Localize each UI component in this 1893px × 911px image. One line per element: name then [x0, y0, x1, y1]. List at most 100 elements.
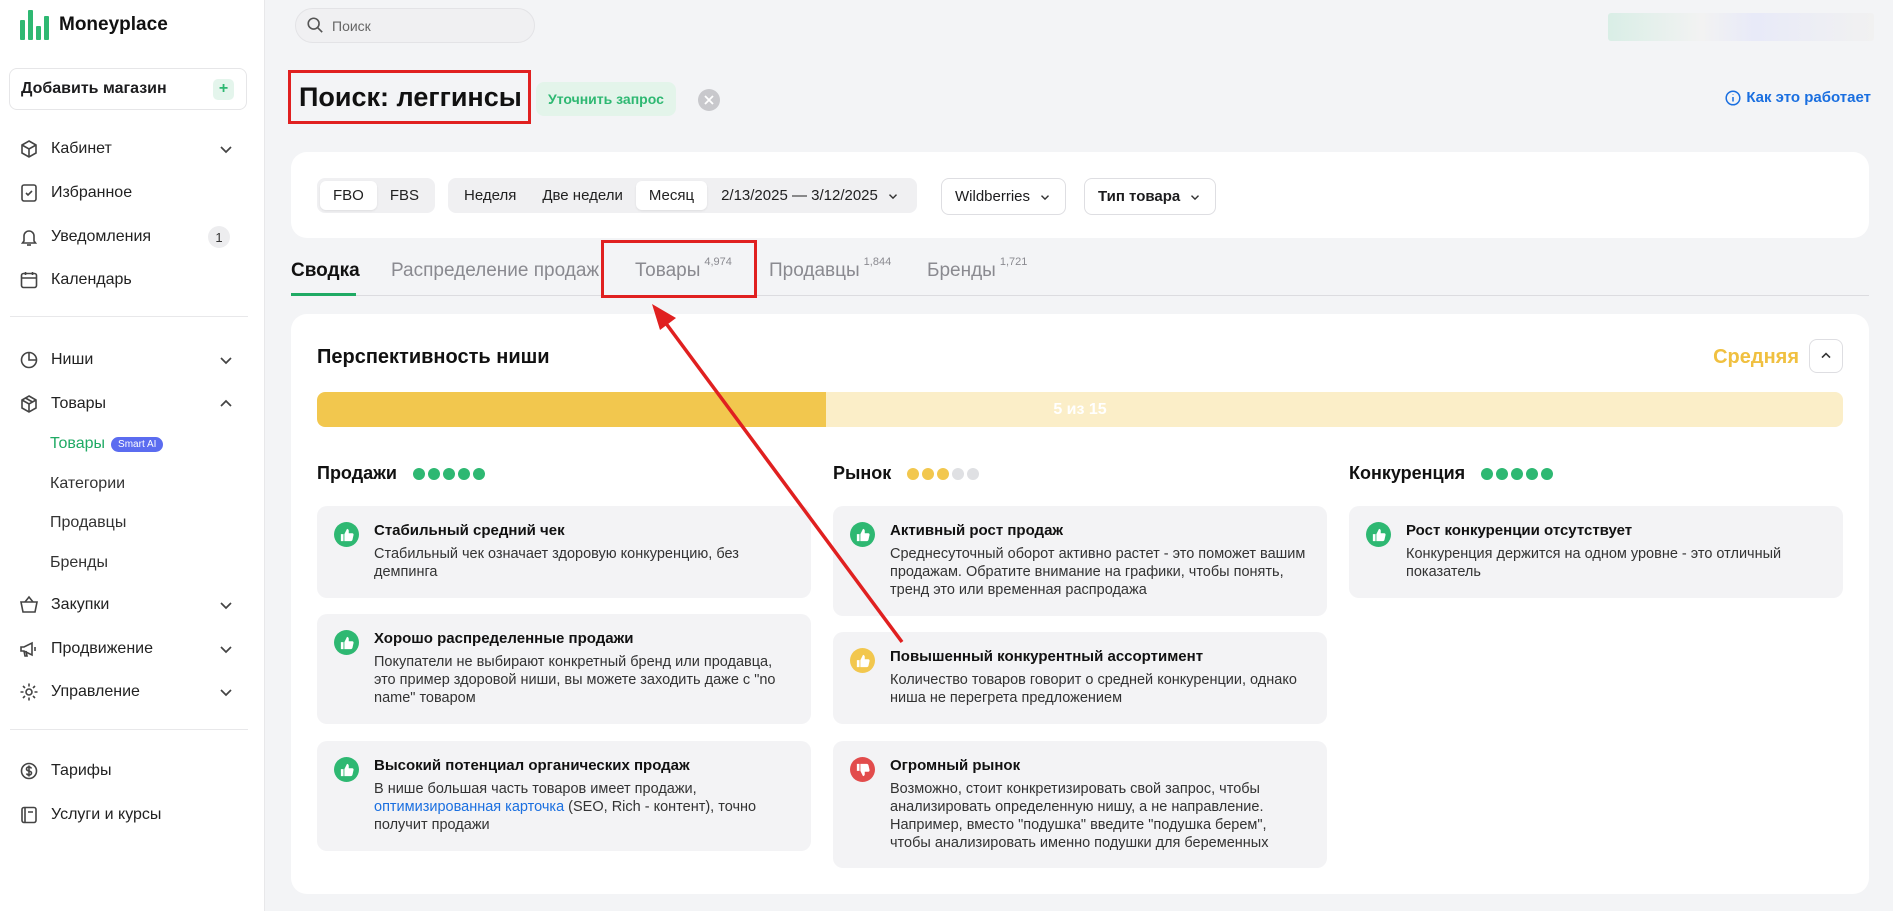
- period-month[interactable]: Месяц: [635, 181, 708, 210]
- sidebar-item-notifications[interactable]: Уведомления 1: [18, 222, 240, 252]
- chevron-down-icon: [220, 357, 232, 365]
- refine-query-button[interactable]: Уточнить запрос: [536, 82, 676, 116]
- bookmark-icon: [18, 182, 40, 204]
- product-type-label: Тип товара: [1098, 188, 1181, 205]
- sidebar-item-favorites[interactable]: Избранное: [18, 178, 240, 208]
- fact-card: Рост конкуренции отсутствует Конкуренция…: [1349, 506, 1843, 598]
- rating-dot: [442, 467, 455, 480]
- tab-summary[interactable]: Сводка: [291, 260, 360, 282]
- sidebar-item-promotion[interactable]: Продвижение: [18, 634, 240, 664]
- date-range-picker[interactable]: 2/13/2025 — 3/12/2025: [707, 187, 914, 204]
- sidebar-item-label: Избранное: [51, 184, 133, 201]
- sidebar-item-services[interactable]: Услуги и курсы: [18, 800, 240, 830]
- collapse-button[interactable]: [1809, 339, 1843, 373]
- sidebar-subitem-label: Товары: [50, 435, 106, 452]
- fact-card: Огромный рынок Возможно, стоит конкретиз…: [833, 741, 1327, 868]
- sidebar: Moneyplace Добавить магазин + Кабинет Из…: [0, 0, 265, 911]
- box-icon: [18, 393, 40, 415]
- tab-bar: Сводка Распределение продаж Товары 4,974 …: [291, 250, 1869, 296]
- fbo-option[interactable]: FBO: [320, 181, 377, 210]
- pie-chart-icon: [18, 349, 40, 371]
- niche-score-text: 5 из 15: [1053, 400, 1107, 418]
- tab-label: Бренды: [927, 260, 996, 281]
- rating-dot: [922, 467, 935, 480]
- user-info-placeholder[interactable]: [1608, 13, 1874, 41]
- sidebar-item-tariffs[interactable]: Тарифы: [18, 756, 240, 786]
- period-week[interactable]: Неделя: [451, 181, 529, 210]
- info-icon: [1725, 89, 1741, 106]
- fact-description: Конкуренция держится на одном уровне - э…: [1406, 546, 1782, 580]
- tab-label: Сводка: [291, 260, 360, 281]
- page-title-highlight: Поиск: леггинсы: [288, 70, 531, 124]
- competition-column-header: Конкуренция: [1349, 463, 1554, 484]
- how-it-works-link[interactable]: Как это работает: [1725, 89, 1871, 106]
- fact-card: Стабильный средний чек Стабильный чек оз…: [317, 506, 811, 598]
- sidebar-item-products[interactable]: Товары: [18, 389, 240, 419]
- niche-level: Средняя: [1713, 346, 1799, 368]
- fact-title: Рост конкуренции отсутствует: [1406, 522, 1633, 539]
- sidebar-subitem-products[interactable]: Товары Smart AI: [50, 432, 164, 456]
- sidebar-subitem-brands[interactable]: Бренды: [50, 551, 108, 575]
- notification-badge: 1: [208, 226, 230, 248]
- thumbs-up-icon: [334, 630, 359, 655]
- period-two-weeks[interactable]: Две недели: [529, 181, 636, 210]
- fact-title: Высокий потенциал органических продаж: [374, 757, 690, 774]
- rating-dot: [412, 467, 425, 480]
- clear-query-button[interactable]: [698, 89, 720, 111]
- niche-prospects-card: Перспективность ниши Средняя 5 из 15 Про…: [291, 314, 1869, 894]
- date-range-label: 2/13/2025 — 3/12/2025: [721, 187, 878, 204]
- sidebar-item-label: Ниши: [51, 351, 94, 368]
- fact-title: Активный рост продаж: [890, 522, 1064, 539]
- fbs-option[interactable]: FBS: [377, 181, 432, 210]
- sidebar-item-label: Закупки: [51, 596, 110, 613]
- tab-sales-distribution[interactable]: Распределение продаж: [391, 260, 599, 282]
- marketplace-label: Wildberries: [955, 188, 1031, 205]
- megaphone-icon: [18, 638, 40, 660]
- fact-description-text: В нише большая часть товаров имеет прода…: [374, 781, 697, 797]
- sidebar-item-label: Кабинет: [51, 140, 112, 157]
- add-shop-button[interactable]: Добавить магазин +: [9, 68, 247, 110]
- thumbs-up-icon: [334, 522, 359, 547]
- chevron-down-icon: [888, 193, 897, 199]
- add-shop-label: Добавить магазин: [21, 80, 167, 97]
- fact-description: Стабильный чек означает здоровую конкуре…: [374, 546, 739, 580]
- search-placeholder: Поиск: [332, 17, 371, 34]
- sidebar-item-calendar[interactable]: Календарь: [18, 265, 240, 295]
- product-type-dropdown[interactable]: Тип товара: [1084, 178, 1217, 215]
- optimized-card-link[interactable]: оптимизированная карточка: [374, 799, 564, 815]
- sidebar-item-label: Календарь: [51, 271, 132, 288]
- logo-icon: [20, 10, 49, 40]
- fact-title: Хорошо распределенные продажи: [374, 630, 634, 647]
- fact-description: Возможно, стоит конкретизировать свой за…: [890, 781, 1269, 851]
- tab-label: Распределение продаж: [391, 260, 600, 281]
- sidebar-item-management[interactable]: Управление: [18, 677, 240, 707]
- thumbs-up-icon: [334, 757, 359, 782]
- products-tab-highlight: [601, 240, 757, 298]
- cube-icon: [18, 138, 40, 160]
- fact-card: Повышенный конкурентный ассортимент Коли…: [833, 632, 1327, 724]
- search-input[interactable]: Поиск: [295, 8, 535, 43]
- sales-column-header: Продажи: [317, 463, 485, 484]
- sidebar-subitem-categories[interactable]: Категории: [50, 472, 125, 496]
- rating-dot: [967, 467, 980, 480]
- tab-brands[interactable]: Бренды 1,721: [927, 256, 1027, 282]
- close-icon: [704, 95, 714, 105]
- chevron-down-icon: [220, 646, 232, 654]
- sidebar-item-purchases[interactable]: Закупки: [18, 590, 240, 620]
- logo[interactable]: Moneyplace: [20, 10, 168, 40]
- rating-dots: [412, 467, 485, 480]
- sidebar-item-cabinet[interactable]: Кабинет: [18, 134, 240, 164]
- rating-dot: [457, 467, 470, 480]
- marketplace-dropdown[interactable]: Wildberries: [941, 178, 1067, 215]
- sidebar-item-niches[interactable]: Ниши: [18, 345, 240, 375]
- thumbs-up-icon: [850, 648, 875, 673]
- sidebar-item-label: Уведомления: [51, 228, 152, 245]
- active-tab-indicator: [291, 293, 356, 296]
- rating-dot: [1496, 467, 1509, 480]
- fact-description: Среднесуточный оборот активно растет - э…: [890, 546, 1306, 598]
- sidebar-subitem-sellers[interactable]: Продавцы: [50, 511, 126, 535]
- sidebar-item-label: Управление: [51, 683, 140, 700]
- fact-description: Покупатели не выбирают конкретный бренд …: [374, 654, 776, 706]
- tab-sellers[interactable]: Продавцы 1,844: [769, 256, 891, 282]
- fact-description: В нише большая часть товаров имеет прода…: [374, 780, 795, 834]
